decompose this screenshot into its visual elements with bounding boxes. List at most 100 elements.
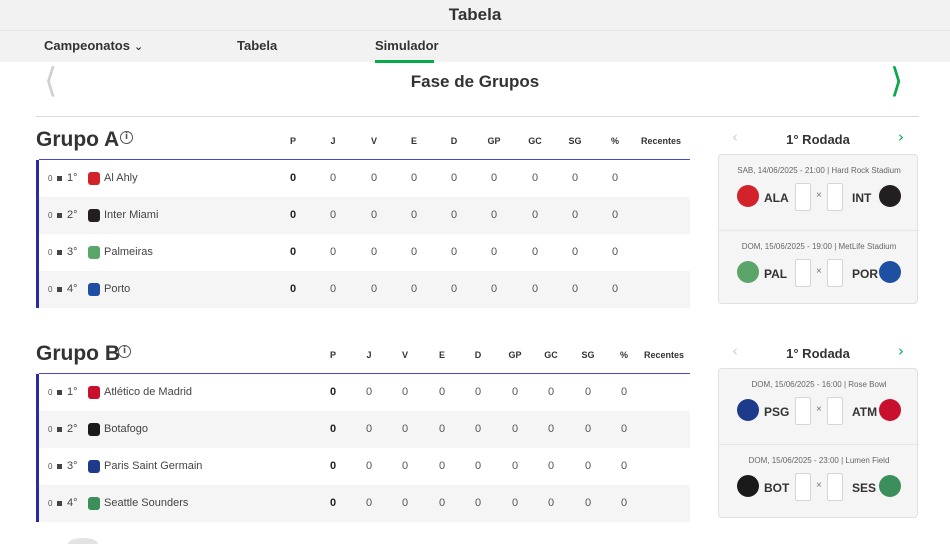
home-team-abbr: BOT bbox=[764, 481, 790, 495]
home-score-input[interactable] bbox=[795, 183, 811, 211]
round-panel: ‹ 1° Rodada › SAB, 14/06/2025 - 21:00 | Har… bbox=[718, 128, 919, 304]
divider bbox=[36, 116, 919, 117]
chevron-right-icon[interactable]: › bbox=[898, 342, 904, 360]
team-name[interactable]: Atlético de Madrid bbox=[104, 386, 192, 398]
column-header: Recentes bbox=[643, 350, 685, 360]
table-row: 0 4° Seattle Sounders 0 0 0 0 0 0 0 0 0 bbox=[39, 485, 690, 522]
stat-cell: 0 bbox=[401, 423, 409, 435]
team-position: 2° bbox=[67, 423, 78, 435]
stat-cell: 0 bbox=[571, 283, 579, 295]
scroll-handle[interactable] bbox=[68, 538, 98, 544]
status-square-icon bbox=[57, 213, 62, 218]
stat-cell: 0 bbox=[329, 209, 337, 221]
versus-separator: × bbox=[816, 480, 822, 491]
chevron-down-icon: ⌄ bbox=[133, 41, 144, 53]
match-info: DOM, 15/06/2025 - 19:00 | MetLife Stadiu… bbox=[741, 242, 897, 251]
team-position: 2° bbox=[67, 209, 78, 221]
page-title: Tabela bbox=[448, 5, 502, 24]
team-crest-icon bbox=[88, 246, 100, 259]
info-icon[interactable]: i bbox=[120, 131, 133, 144]
versus-separator: × bbox=[816, 404, 822, 415]
stat-cell: 0 bbox=[531, 172, 539, 184]
column-header: P bbox=[289, 136, 296, 146]
team-crest-icon bbox=[88, 423, 100, 436]
movement-indicator: 0 bbox=[48, 285, 53, 294]
stat-cell: 0 bbox=[329, 423, 337, 435]
team-name[interactable]: Paris Saint Germain bbox=[104, 460, 202, 472]
tab-campeonatos-label: Campeonatos bbox=[44, 38, 130, 53]
stat-cell: 0 bbox=[620, 460, 628, 472]
team-name[interactable]: Al Ahly bbox=[104, 172, 138, 184]
stat-cell: 0 bbox=[474, 497, 482, 509]
column-header: GP bbox=[487, 136, 501, 146]
tab-campeonatos[interactable]: Campeonatos ⌄ bbox=[44, 31, 143, 63]
match-info: SAB, 14/06/2025 - 21:00 | Hard Rock Stad… bbox=[737, 166, 901, 175]
home-score-input[interactable] bbox=[795, 397, 811, 425]
away-score-input[interactable] bbox=[827, 259, 843, 287]
status-square-icon bbox=[57, 427, 62, 432]
stat-cell: 0 bbox=[531, 209, 539, 221]
stat-cell: 0 bbox=[490, 209, 498, 221]
stat-cell: 0 bbox=[401, 497, 409, 509]
away-team-abbr: SES bbox=[852, 481, 877, 495]
tab-simulador[interactable]: Simulador bbox=[375, 31, 439, 63]
stat-cell: 0 bbox=[584, 460, 592, 472]
home-score-input[interactable] bbox=[795, 259, 811, 287]
info-icon[interactable]: i bbox=[118, 345, 131, 358]
tab-tabela[interactable]: Tabela bbox=[237, 31, 277, 63]
home-score-input[interactable] bbox=[795, 473, 811, 501]
stat-cell: 0 bbox=[450, 172, 458, 184]
status-square-icon bbox=[57, 501, 62, 506]
stat-cell: 0 bbox=[289, 172, 297, 184]
movement-indicator: 0 bbox=[48, 174, 53, 183]
stat-cell: 0 bbox=[370, 209, 378, 221]
stat-cell: 0 bbox=[370, 283, 378, 295]
team-name[interactable]: Botafogo bbox=[104, 423, 148, 435]
team-crest-icon bbox=[88, 460, 100, 473]
team-crest-icon bbox=[88, 386, 100, 399]
column-header: SG bbox=[568, 136, 582, 146]
stat-cell: 0 bbox=[474, 460, 482, 472]
group-header: Grupo Ai P J V E D GP GC SG% Recentes bbox=[36, 122, 690, 160]
chevron-right-icon[interactable]: › bbox=[898, 128, 904, 146]
team-name[interactable]: Seattle Sounders bbox=[104, 497, 188, 509]
stat-cell: 0 bbox=[410, 209, 418, 221]
away-team-abbr: INT bbox=[852, 191, 872, 205]
round-title: 1° Rodada bbox=[786, 346, 850, 361]
tabs-bar: Campeonatos ⌄ Tabela Simulador bbox=[0, 30, 950, 63]
away-team-crest-icon bbox=[879, 475, 901, 497]
match-item: SAB, 14/06/2025 - 21:00 | Hard Rock Stad… bbox=[719, 155, 919, 230]
tab-tabela-label: Tabela bbox=[237, 38, 278, 53]
away-score-input[interactable] bbox=[827, 183, 843, 211]
stat-cell: 0 bbox=[584, 386, 592, 398]
match-card: SAB, 14/06/2025 - 21:00 | Hard Rock Stad… bbox=[718, 154, 919, 304]
stat-cell: 0 bbox=[438, 460, 446, 472]
standings-table: 0 1° Atlético de Madrid 0 0 0 0 0 0 0 0 0 0 2° Botafog… bbox=[36, 373, 690, 522]
team-position: 4° bbox=[67, 283, 78, 295]
team-position: 3° bbox=[67, 460, 78, 472]
stat-cell: 0 bbox=[401, 460, 409, 472]
round-header: ‹ 1° Rodada › bbox=[718, 128, 918, 154]
stat-cell: 0 bbox=[450, 246, 458, 258]
round-panel: ‹ 1° Rodada › DOM, 15/06/2025 - 16:00 | Ros… bbox=[718, 342, 919, 518]
table-row: 0 2° Botafogo 0 0 0 0 0 0 0 0 0 bbox=[39, 411, 690, 448]
group-header: Grupo Bi P J V E D GP GC SG% Recentes bbox=[36, 336, 690, 374]
phase-title: Fase de Grupos bbox=[410, 72, 540, 91]
away-team-abbr: ATM bbox=[852, 405, 878, 419]
away-score-input[interactable] bbox=[827, 397, 843, 425]
team-position: 4° bbox=[67, 497, 78, 509]
team-name[interactable]: Palmeiras bbox=[104, 246, 153, 258]
home-team-crest-icon bbox=[737, 261, 759, 283]
stat-cell: 0 bbox=[547, 497, 555, 509]
team-name[interactable]: Porto bbox=[104, 283, 130, 295]
stat-cell: 0 bbox=[511, 460, 519, 472]
stat-cell: 0 bbox=[611, 172, 619, 184]
stat-cell: 0 bbox=[438, 423, 446, 435]
column-header: J bbox=[330, 136, 336, 146]
team-name[interactable]: Inter Miami bbox=[104, 209, 158, 221]
away-score-input[interactable] bbox=[827, 473, 843, 501]
chevron-right-icon[interactable]: ⟩ bbox=[890, 64, 903, 98]
column-header: J bbox=[366, 350, 372, 360]
round-header: ‹ 1° Rodada › bbox=[718, 342, 918, 368]
column-header: E bbox=[438, 350, 445, 360]
